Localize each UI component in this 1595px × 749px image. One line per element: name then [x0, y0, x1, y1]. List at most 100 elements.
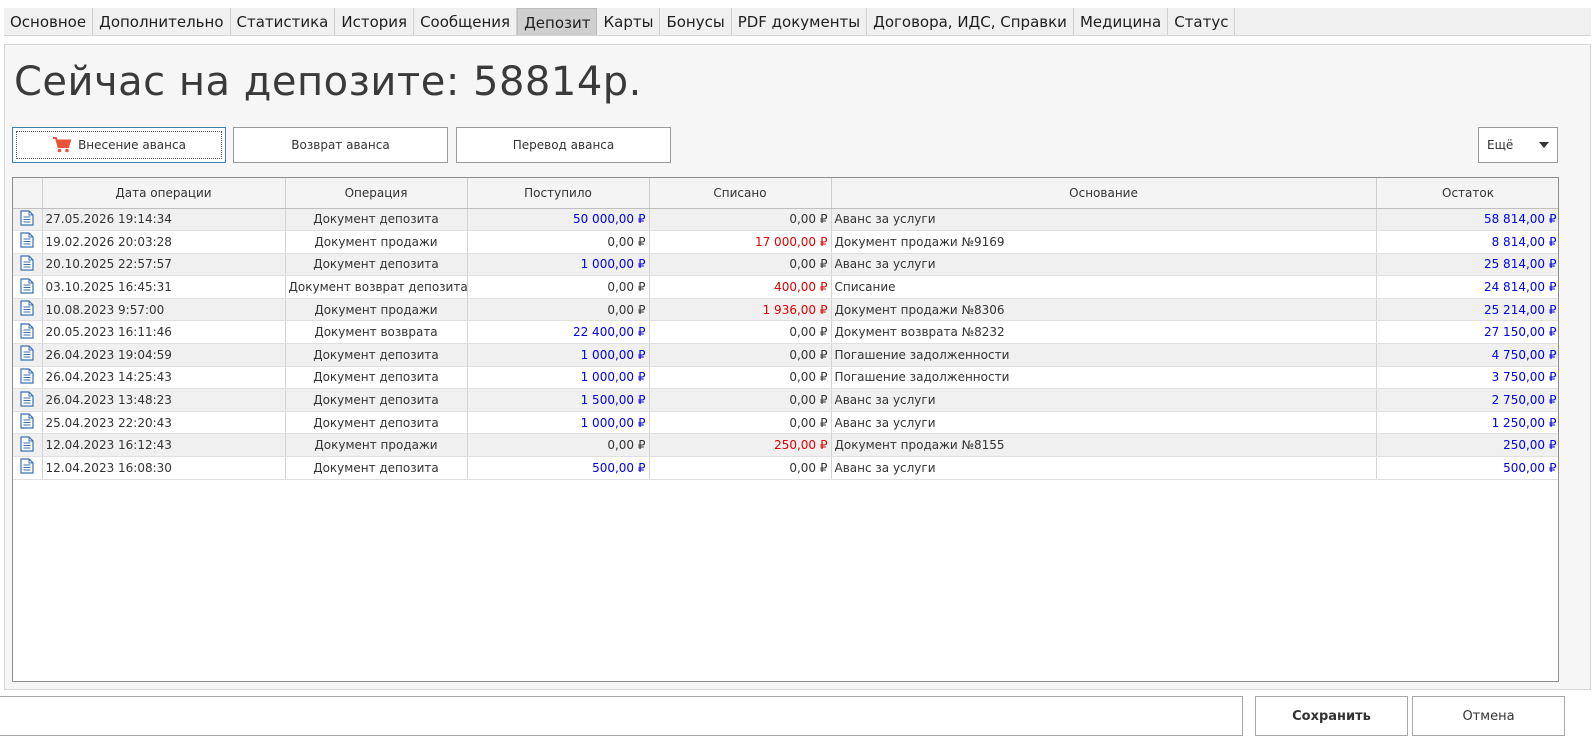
table-row[interactable]: 20.05.2023 16:11:46 Документ возврата 22 4… — [13, 320, 1558, 345]
column-header-balance[interactable]: Остаток — [1376, 178, 1558, 209]
cell-operation: Документ продажи — [285, 433, 468, 458]
cell-income: 0,00 ₽ — [467, 275, 650, 299]
table-row[interactable]: 19.02.2026 20:03:28 Документ продажи 0,00 … — [13, 230, 1558, 254]
cell-operation: Документ продажи — [285, 298, 468, 322]
cell-basis: Аванс за услуги — [831, 253, 1377, 277]
cell-operation: Документ депозита — [285, 343, 468, 367]
cell-operation: Документ депозита — [285, 388, 468, 412]
cell-basis: Документ продажи №8155 — [831, 433, 1377, 458]
table-row[interactable]: 10.08.2023 9:57:00 Документ продажи 0,00 ₽… — [13, 298, 1558, 322]
save-button[interactable]: Сохранить — [1255, 696, 1408, 736]
document-icon — [13, 320, 43, 345]
cancel-button[interactable]: Отмена — [1412, 696, 1565, 736]
cell-balance: 500,00 ₽ — [1376, 456, 1558, 480]
cell-balance: 25 214,00 ₽ — [1376, 298, 1558, 322]
operations-table: Дата операции Операция Поступило Списано… — [13, 178, 1558, 480]
chevron-down-icon — [1539, 142, 1549, 148]
cell-expense: 0,00 ₽ — [649, 388, 832, 412]
column-header-basis[interactable]: Основание — [831, 178, 1377, 209]
tab-statistika[interactable]: Статистика — [231, 8, 336, 35]
cell-date: 26.04.2023 14:25:43 — [42, 366, 286, 390]
cell-date: 20.05.2023 16:11:46 — [42, 320, 286, 345]
tab-bonusy[interactable]: Бонусы — [660, 8, 732, 35]
cell-income: 0,00 ₽ — [467, 230, 650, 254]
cell-income: 500,00 ₽ — [467, 456, 650, 480]
tab-status[interactable]: Статус — [1168, 8, 1236, 35]
tab-soobshcheniya[interactable]: Сообщения — [414, 8, 518, 35]
cell-basis: Списание — [831, 275, 1377, 299]
cell-date: 25.04.2023 22:20:43 — [42, 411, 286, 435]
cell-basis: Документ продажи №8306 — [831, 298, 1377, 322]
cell-date: 26.04.2023 13:48:23 — [42, 388, 286, 412]
document-icon — [13, 253, 43, 277]
table-row[interactable]: 27.05.2026 19:14:34 Документ депозита 50 0… — [13, 208, 1558, 232]
document-icon — [13, 298, 43, 322]
column-header-date[interactable]: Дата операции — [42, 178, 286, 209]
status-field — [0, 696, 1243, 736]
cell-operation: Документ депозита — [285, 253, 468, 277]
cell-balance: 58 814,00 ₽ — [1376, 208, 1558, 232]
table-row[interactable]: 26.04.2023 19:04:59 Документ депозита 1 00… — [13, 343, 1558, 367]
deposit-operations-grid[interactable]: Дата операции Операция Поступило Списано… — [12, 177, 1559, 682]
cell-expense: 1 936,00 ₽ — [649, 298, 832, 322]
cell-income: 0,00 ₽ — [467, 433, 650, 458]
table-row[interactable]: 12.04.2023 16:12:43 Документ продажи 0,00 … — [13, 433, 1558, 458]
transfer-advance-label: Перевод аванса — [512, 138, 615, 152]
cell-date: 12.04.2023 16:08:30 — [42, 456, 286, 480]
cell-expense: 0,00 ₽ — [649, 253, 832, 277]
cell-date: 12.04.2023 16:12:43 — [42, 433, 286, 458]
cell-basis: Документ продажи №9169 — [831, 230, 1377, 254]
tab-istoriya[interactable]: История — [335, 8, 415, 35]
table-row[interactable]: 12.04.2023 16:08:30 Документ депозита 500,… — [13, 456, 1558, 480]
more-dropdown[interactable]: Ещё — [1478, 127, 1558, 163]
document-icon — [13, 275, 43, 299]
cell-operation: Документ депозита — [285, 456, 468, 480]
column-header-expense[interactable]: Списано — [649, 178, 832, 209]
table-row[interactable]: 26.04.2023 13:48:23 Документ депозита 1 50… — [13, 388, 1558, 412]
deposit-panel: Сейчас на депозите: 58814р. Внесение ава… — [4, 44, 1591, 690]
transfer-advance-button[interactable]: Перевод аванса — [456, 127, 671, 163]
cell-basis: Аванс за услуги — [831, 388, 1377, 412]
cell-expense: 0,00 ₽ — [649, 456, 832, 480]
tab-meditsina[interactable]: Медицина — [1074, 8, 1169, 35]
cell-operation: Документ продажи — [285, 230, 468, 254]
document-icon — [13, 411, 43, 435]
cell-date: 20.10.2025 22:57:57 — [42, 253, 286, 277]
deposit-advance-button[interactable]: Внесение аванса — [12, 127, 226, 163]
cell-operation: Документ возврата — [285, 320, 468, 345]
tab-depozit[interactable]: Депозит — [517, 8, 598, 35]
table-header-row: Дата операции Операция Поступило Списано… — [13, 178, 1558, 209]
tab-dogovora[interactable]: Договора, ИДС, Справки — [867, 8, 1074, 35]
tab-karty[interactable]: Карты — [597, 8, 661, 35]
cell-operation: Документ депозита — [285, 208, 468, 232]
cell-date: 27.05.2026 19:14:34 — [42, 208, 286, 232]
cell-income: 1 500,00 ₽ — [467, 388, 650, 412]
cell-income: 50 000,00 ₽ — [467, 208, 650, 232]
tab-pdf-dokumenty[interactable]: PDF документы — [732, 8, 868, 35]
document-icon — [13, 456, 43, 480]
tab-osnovnoe[interactable]: Основное — [4, 8, 94, 35]
cell-expense: 0,00 ₽ — [649, 208, 832, 232]
table-row[interactable]: 20.10.2025 22:57:57 Документ депозита 1 00… — [13, 253, 1558, 277]
column-header-operation[interactable]: Операция — [285, 178, 468, 209]
cell-date: 03.10.2025 16:45:31 — [42, 275, 286, 299]
table-row[interactable]: 03.10.2025 16:45:31 Документ возврат депо… — [13, 275, 1558, 299]
table-row[interactable]: 25.04.2023 22:20:43 Документ депозита 1 00… — [13, 411, 1558, 435]
cell-expense: 0,00 ₽ — [649, 411, 832, 435]
document-icon — [13, 230, 43, 254]
cell-balance: 27 150,00 ₽ — [1376, 320, 1558, 345]
tab-dopolnitelno[interactable]: Дополнительно — [93, 8, 231, 35]
refund-advance-button[interactable]: Возврат аванса — [233, 127, 448, 163]
cell-expense: 0,00 ₽ — [649, 320, 832, 345]
cell-expense: 0,00 ₽ — [649, 366, 832, 390]
tab-bar: Основное Дополнительно Статистика Истори… — [4, 8, 1591, 36]
cell-expense: 250,00 ₽ — [649, 433, 832, 458]
cell-balance: 3 750,00 ₽ — [1376, 366, 1558, 390]
cell-expense: 17 000,00 ₽ — [649, 230, 832, 254]
cell-income: 1 000,00 ₽ — [467, 343, 650, 367]
table-row[interactable]: 26.04.2023 14:25:43 Документ депозита 1 00… — [13, 366, 1558, 390]
document-icon — [13, 366, 43, 390]
cell-basis: Погашение задолженности — [831, 366, 1377, 390]
page-title: Сейчас на депозите: 58814р. — [14, 59, 642, 105]
column-header-income[interactable]: Поступило — [467, 178, 650, 209]
